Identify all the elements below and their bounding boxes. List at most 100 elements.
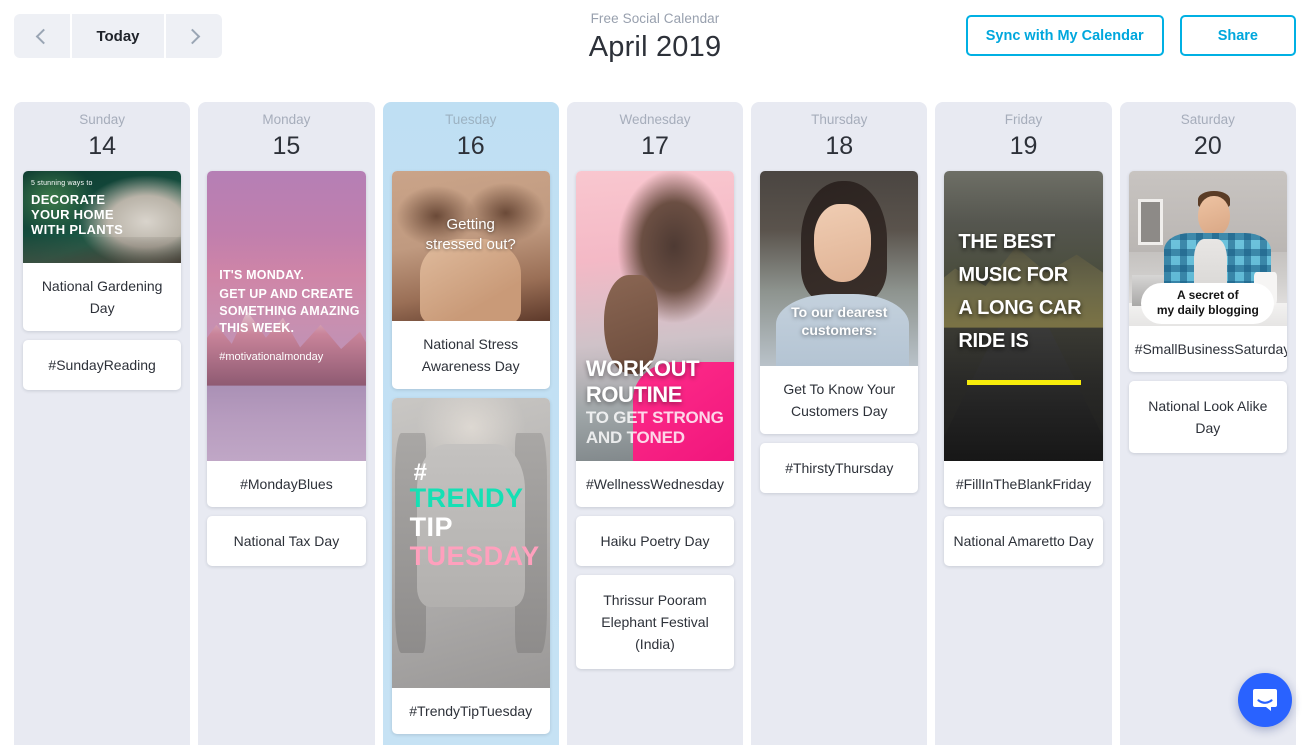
thumb-overlay-line: SOMETHING AMAZING — [219, 304, 360, 318]
day-column-wednesday: Wednesday 17 WORKOUT ROUTINE TO GET STRO… — [566, 102, 744, 745]
decorative-shape — [1198, 195, 1230, 237]
event-label: #SmallBusinessSaturday — [1134, 341, 1287, 357]
calendar-nav-group: Today — [14, 14, 222, 58]
event-card[interactable]: # TRENDY TIP TUESDAY #TrendyTipTuesday — [391, 398, 550, 734]
car-ride-road-thumbnail: THE BEST MUSIC FOR A LONG CAR RIDE IS — [944, 171, 1103, 461]
event-label: Haiku Poetry Day — [600, 533, 710, 549]
share-button[interactable]: Share — [1179, 15, 1296, 56]
thumb-overlay-line: stressed out? — [425, 236, 516, 253]
thumb-overlay-line: DECORATE — [31, 192, 106, 207]
day-cards: To our dearest customers: Get To Know Yo… — [760, 171, 919, 493]
event-card[interactable]: 5 stunning ways to DECORATE YOUR HOME WI… — [23, 171, 182, 331]
thumb-overlay-line: GET UP AND CREATE — [219, 287, 354, 301]
day-name: Monday — [262, 112, 311, 127]
day-number: 14 — [88, 132, 117, 160]
event-card[interactable]: #ThirstyThursday — [760, 443, 919, 493]
decorative-shape — [813, 204, 871, 283]
event-label: #WellnessWednesday — [585, 476, 724, 492]
thumb-overlay-line: my daily blogging — [1156, 302, 1259, 317]
app-header: Today Free Social Calendar April 2019 Sy… — [0, 0, 1310, 102]
calendar-week-grid: Sunday 14 5 stunning ways to DECORATE YO… — [0, 102, 1310, 745]
day-column-tuesday: Tuesday 16 Getting stressed out? Nationa… — [382, 102, 559, 745]
event-label: National Tax Day — [233, 533, 340, 549]
event-card[interactable]: National Tax Day — [207, 516, 366, 566]
event-label: National Gardening Day — [41, 278, 163, 316]
thumb-overlay-line: customers: — [801, 322, 877, 338]
day-number: 15 — [272, 132, 301, 160]
thumb-overlay-line: A LONG CAR — [958, 297, 1082, 319]
thumb-overlay-line: THIS WEEK. — [219, 321, 295, 335]
event-label: Get To Know Your Customers Day — [783, 381, 896, 419]
thumb-overlay-line: AND TONED — [585, 428, 685, 447]
day-name: Wednesday — [619, 112, 691, 127]
event-card[interactable]: Haiku Poetry Day — [575, 516, 735, 566]
header-actions: Sync with My Calendar Share — [965, 15, 1296, 56]
thumb-overlay-line: THE BEST — [958, 231, 1055, 253]
day-number: 17 — [641, 132, 669, 160]
event-card[interactable]: National Look Alike Day — [1128, 381, 1287, 453]
thumb-overlay-line: ROUTINE — [585, 382, 683, 407]
thumb-overlay-line: TIP — [409, 512, 454, 542]
decorative-shape — [207, 379, 366, 461]
day-column-friday: Friday 19 THE BEST MUSIC FOR A LONG CAR … — [935, 102, 1112, 745]
decorative-shape — [1138, 198, 1164, 246]
day-cards: A secret of my daily blogging #SmallBusi… — [1128, 171, 1287, 453]
sync-calendar-button[interactable]: Sync with My Calendar — [965, 15, 1164, 56]
day-cards: 5 stunning ways to DECORATE YOUR HOME WI… — [23, 171, 182, 390]
chevron-right-icon — [184, 28, 201, 44]
thumb-overlay-line: A secret of — [1177, 287, 1239, 302]
event-card[interactable]: Thrissur Pooram Elephant Festival (India… — [575, 575, 735, 669]
day-cards: Getting stressed out? National Stress Aw… — [391, 171, 550, 734]
day-column-thursday: Thursday 18 To our dearest customers: Ge… — [751, 102, 928, 745]
event-card[interactable]: A secret of my daily blogging #SmallBusi… — [1128, 171, 1287, 372]
intercom-chat-button[interactable] — [1238, 673, 1292, 727]
day-column-sunday: Sunday 14 5 stunning ways to DECORATE YO… — [14, 102, 191, 745]
day-column-saturday: Saturday 20 A secret of my daily bloggin… — [1119, 102, 1296, 745]
event-label: National Look Alike Day — [1148, 398, 1268, 436]
stressed-woman-thumbnail: Getting stressed out? — [391, 171, 550, 321]
day-cards: WORKOUT ROUTINE TO GET STRONG AND TONED … — [575, 171, 735, 669]
thumb-overlay-line: RIDE IS — [958, 330, 1029, 352]
thumb-overlay-line: TUESDAY — [409, 541, 540, 571]
event-label: #SundayReading — [48, 357, 156, 373]
day-name: Tuesday — [445, 112, 497, 127]
event-label: Thrissur Pooram Elephant Festival (India… — [601, 592, 709, 652]
event-card[interactable]: To our dearest customers: Get To Know Yo… — [760, 171, 919, 434]
day-number: 20 — [1193, 132, 1222, 160]
event-card[interactable]: National Amaretto Day — [944, 516, 1103, 566]
customer-portrait-thumbnail: To our dearest customers: — [760, 171, 919, 366]
thumb-overlay-line: IT'S MONDAY. — [219, 268, 305, 282]
thumb-overlay-line: 5 stunning ways to — [31, 180, 93, 187]
event-card[interactable]: IT'S MONDAY. GET UP AND CREATE SOMETHING… — [207, 171, 366, 507]
event-card[interactable]: WORKOUT ROUTINE TO GET STRONG AND TONED … — [575, 171, 735, 507]
event-card[interactable]: THE BEST MUSIC FOR A LONG CAR RIDE IS #F… — [944, 171, 1103, 507]
thumb-overlay-line: Getting — [446, 216, 495, 233]
chat-bubble-icon — [1253, 689, 1277, 711]
event-label: #FillInTheBlankFriday — [955, 476, 1092, 492]
event-label: National Stress Awareness Day — [421, 336, 520, 374]
day-name: Sunday — [79, 112, 126, 127]
day-number: 16 — [456, 132, 485, 160]
previous-period-button[interactable] — [14, 14, 70, 58]
day-name: Friday — [1004, 112, 1043, 127]
thumb-overlay-line: WORKOUT — [585, 356, 700, 381]
day-number: 19 — [1009, 132, 1038, 160]
chevron-left-icon — [35, 28, 52, 44]
thumb-overlay-line: TO GET STRONG — [585, 408, 724, 427]
day-name: Saturday — [1180, 112, 1235, 127]
event-card[interactable]: #SundayReading — [23, 340, 182, 390]
event-card[interactable]: Getting stressed out? National Stress Aw… — [391, 171, 550, 389]
day-number: 18 — [825, 132, 854, 160]
today-button[interactable]: Today — [72, 14, 164, 58]
thumb-overlay-line: To our dearest — [791, 304, 888, 320]
thumb-overlay-line: YOUR HOME — [31, 207, 114, 222]
monday-motivation-mountain-thumbnail: IT'S MONDAY. GET UP AND CREATE SOMETHING… — [207, 171, 366, 461]
next-period-button[interactable] — [166, 14, 222, 58]
day-column-monday: Monday 15 IT'S MONDAY. GET UP AND CREATE… — [198, 102, 375, 745]
thumb-overlay-line: TRENDY — [409, 483, 524, 513]
plants-decor-thumbnail: 5 stunning ways to DECORATE YOUR HOME WI… — [23, 171, 182, 263]
blogger-man-thumbnail: A secret of my daily blogging — [1128, 171, 1287, 326]
thumb-overlay-line: WITH PLANTS — [31, 222, 124, 237]
day-cards: THE BEST MUSIC FOR A LONG CAR RIDE IS #F… — [944, 171, 1103, 566]
thumb-overlay-line: MUSIC FOR — [958, 264, 1068, 286]
